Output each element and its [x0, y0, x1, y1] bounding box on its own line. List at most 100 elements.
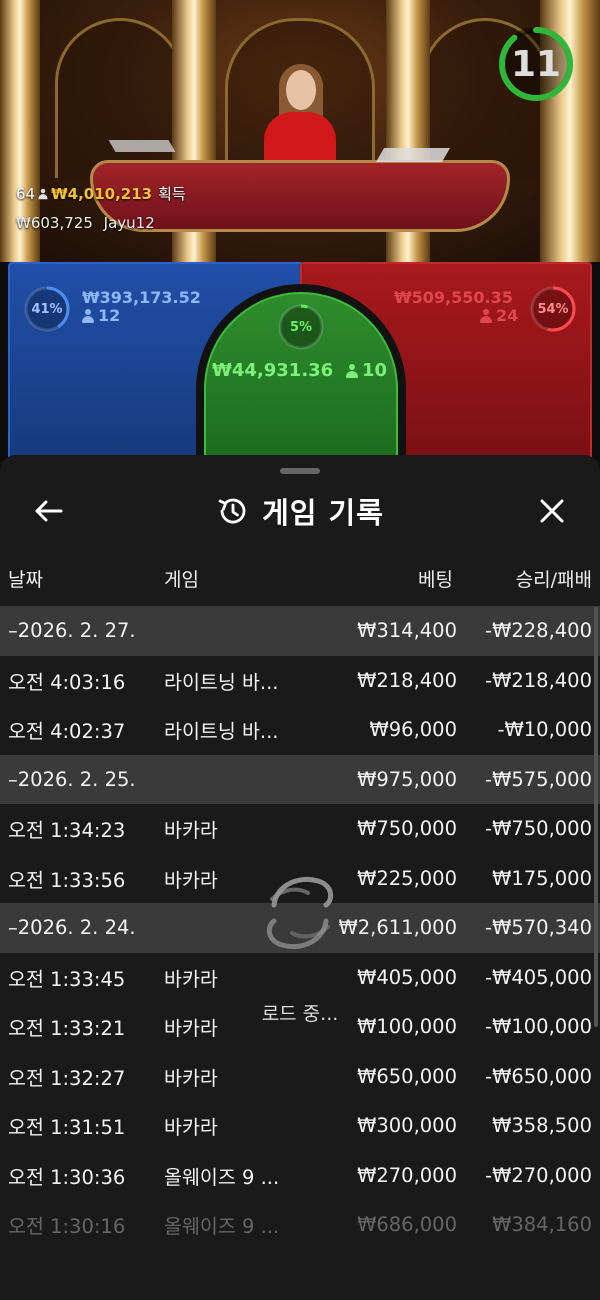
row-game: 올웨이즈 9 ...	[164, 1165, 280, 1189]
row-winloss: -₩10,000	[497, 718, 592, 742]
row-bet: ₩750,000	[357, 817, 457, 841]
column-header-bet[interactable]: 베팅	[418, 565, 453, 592]
row-winloss: -₩405,000	[485, 965, 592, 989]
row-bet: ₩975,000	[357, 767, 457, 791]
person-icon	[38, 188, 48, 199]
arrow-left-icon	[35, 500, 63, 522]
row-winloss: ₩358,500	[492, 1114, 592, 1138]
tie-count: 10	[346, 360, 387, 381]
last-winner-amount: ₩603,725	[16, 214, 93, 232]
banker-percent: 54%	[537, 301, 569, 317]
row-winloss: -₩650,000	[485, 1064, 592, 1088]
row-game: 바카라	[164, 868, 218, 892]
banker-stake: ₩509,550.35	[394, 288, 513, 307]
row-date-time: 오전 1:31:51	[8, 1116, 126, 1140]
date-group-row[interactable]: –2026. 2. 27. ₩314,400 -₩228,400	[0, 606, 600, 656]
row-date-time: 오전 4:03:16	[8, 670, 126, 694]
row-bet: ₩686,000	[357, 1213, 457, 1237]
row-game: 라이트닝 바...	[164, 720, 279, 744]
last-winner: ₩603,725 Jayu12	[16, 214, 161, 232]
row-date-time: 오전 4:02:37	[8, 720, 126, 744]
decor-arch	[55, 18, 185, 178]
tie-stake: ₩44,931.36	[212, 360, 334, 381]
row-game: 바카라	[164, 1116, 218, 1140]
history-row[interactable]: 오전 1:34:23 바카라 ₩750,000 -₩750,000	[0, 804, 600, 854]
loading-spinner-icon	[266, 877, 334, 949]
history-row[interactable]: 오전 4:02:37 라이트닝 바... ₩96,000 -₩10,000	[0, 705, 600, 755]
sheet-title: 게임 기록	[0, 491, 600, 531]
column-header-winloss[interactable]: 승리/패배	[516, 565, 592, 592]
person-icon	[82, 308, 94, 323]
history-row[interactable]: 오전 1:30:16 올웨이즈 9 ... ₩686,000 ₩384,160	[0, 1200, 600, 1250]
row-winloss: ₩384,160	[492, 1213, 592, 1237]
dealer-face	[286, 70, 316, 110]
row-winloss: -₩750,000	[485, 817, 592, 841]
row-bet: ₩2,611,000	[338, 916, 457, 940]
card-shoe	[375, 148, 451, 162]
loading-text: 로드 중...	[261, 1003, 339, 1025]
row-bet: ₩225,000	[357, 866, 457, 890]
player-stake: ₩393,173.52	[82, 288, 201, 307]
player-percent: 41%	[31, 301, 63, 317]
row-winloss: -₩270,000	[485, 1163, 592, 1187]
row-date-time: –2026. 2. 27.	[8, 619, 136, 643]
row-date-time: 오전 1:32:27	[8, 1066, 126, 1090]
tie-percent: 5%	[289, 319, 313, 335]
row-winloss: -₩228,400	[485, 619, 592, 643]
history-row[interactable]: 오전 4:03:16 라이트닝 바... ₩218,400 -₩218,400	[0, 656, 600, 706]
row-game: 바카라	[164, 819, 218, 843]
person-icon	[346, 363, 358, 378]
tie-count-value: 10	[362, 360, 388, 381]
row-date-time: 오전 1:30:36	[8, 1165, 126, 1189]
row-date-time: 오전 1:33:45	[8, 967, 126, 991]
row-bet: ₩218,400	[357, 668, 457, 692]
winners-label: 획득	[158, 185, 186, 203]
row-game: 올웨이즈 9 ...	[164, 1215, 280, 1239]
winners-summary: 64 ₩4,010,213 획득	[16, 183, 186, 204]
row-winloss: -₩570,340	[485, 916, 592, 940]
last-winner-name: Jayu12	[103, 214, 155, 232]
row-date-time: –2026. 2. 24.	[8, 916, 136, 940]
history-clock-icon	[218, 498, 246, 524]
player-count-value: 12	[98, 306, 121, 325]
row-date-time: 오전 1:33:56	[8, 868, 126, 892]
history-title: 게임 기록	[262, 496, 384, 530]
row-bet: ₩270,000	[357, 1163, 457, 1187]
row-winloss: -₩218,400	[485, 668, 592, 692]
row-bet: ₩314,400	[357, 619, 457, 643]
date-group-row[interactable]: –2026. 2. 25. ₩975,000 -₩575,000	[0, 754, 600, 804]
close-button[interactable]	[532, 491, 572, 531]
drag-handle[interactable]	[280, 468, 320, 474]
close-icon	[540, 499, 564, 523]
countdown-timer: 11	[510, 43, 562, 85]
banker-count: 24	[480, 306, 518, 325]
winners-count: 64	[16, 184, 36, 203]
history-row[interactable]: 오전 1:31:51 바카라 ₩300,000 ₩358,500	[0, 1101, 600, 1151]
tie-bet-spot[interactable]: 5% ₩44,931.36 10	[204, 292, 398, 472]
row-game: 라이트닝 바...	[164, 670, 279, 694]
card-discard	[108, 140, 176, 152]
row-game: 바카라	[164, 1066, 218, 1090]
game-history-sheet: 게임 기록 날짜 게임 베팅 승리/패배 –2026. 2. 27. ₩314,4…	[0, 455, 600, 1300]
person-icon	[480, 308, 492, 323]
history-row[interactable]: 오전 1:32:27 바카라 ₩650,000 -₩650,000	[0, 1052, 600, 1102]
row-winloss: -₩575,000	[485, 767, 592, 791]
winners-amount: ₩4,010,213	[51, 184, 153, 203]
column-header-game[interactable]: 게임	[164, 565, 199, 592]
row-date-time: 오전 1:30:16	[8, 1215, 126, 1239]
row-bet: ₩96,000	[369, 718, 457, 742]
bet-area: 41% ₩393,173.52 12 ₩509,550.35 24 54% 5%…	[0, 262, 600, 474]
row-bet: ₩300,000	[357, 1114, 457, 1138]
back-button[interactable]	[28, 491, 68, 531]
row-bet: ₩650,000	[357, 1064, 457, 1088]
history-row[interactable]: 오전 1:30:36 올웨이즈 9 ... ₩270,000 -₩270,000	[0, 1151, 600, 1201]
banker-count-value: 24	[496, 306, 519, 325]
column-header-date[interactable]: 날짜	[8, 565, 43, 592]
row-game: 바카라	[164, 967, 218, 991]
row-date-time: 오전 1:34:23	[8, 819, 126, 843]
live-video-feed: 11 64 ₩4,010,213 획득 ₩603,725 Jayu12	[0, 0, 600, 262]
row-date-time: –2026. 2. 25.	[8, 767, 136, 791]
row-winloss: ₩175,000	[492, 866, 592, 890]
scrollbar[interactable]	[594, 607, 598, 1027]
row-bet: ₩405,000	[357, 965, 457, 989]
